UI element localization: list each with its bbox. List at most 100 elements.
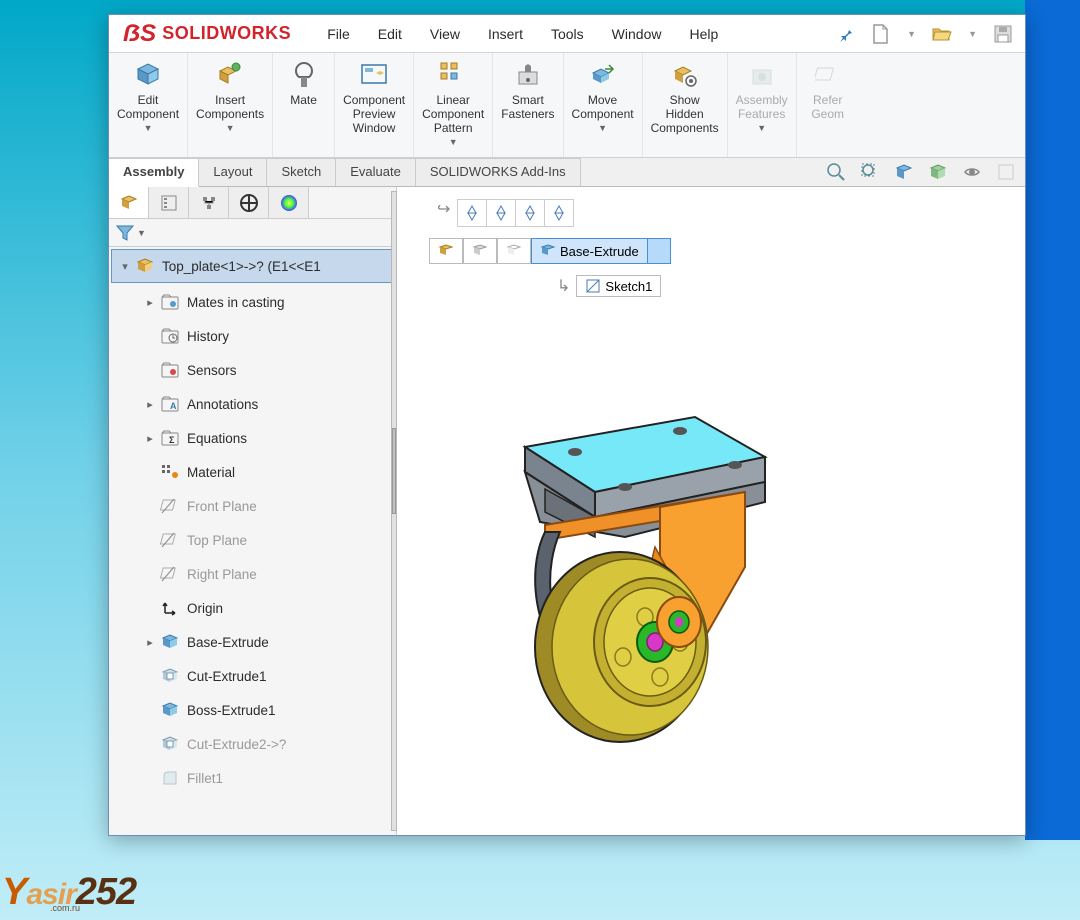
render-tab[interactable] xyxy=(269,187,309,218)
ribbon-label: Show Hidden Components xyxy=(651,93,719,135)
tree-item-icon xyxy=(159,359,181,381)
tree-item-label: Front Plane xyxy=(187,499,257,514)
svg-text:Σ: Σ xyxy=(169,435,175,445)
tree-item[interactable]: Fillet1 xyxy=(109,761,396,795)
ribbon-component-preview[interactable]: Component Preview Window xyxy=(335,53,414,157)
tab-assembly[interactable]: Assembly xyxy=(109,158,199,187)
open-icon[interactable] xyxy=(932,24,952,44)
new-file-icon[interactable] xyxy=(871,24,891,44)
configuration-tab[interactable] xyxy=(189,187,229,218)
crumb-assembly[interactable] xyxy=(429,238,463,264)
tree-item[interactable]: Top Plane xyxy=(109,523,396,557)
expand-arrow-icon[interactable]: ↪ xyxy=(437,199,450,227)
crumb-subassembly[interactable] xyxy=(463,238,497,264)
tree-item[interactable]: Cut-Extrude1 xyxy=(109,659,396,693)
tree-item[interactable]: ▸ΣEquations xyxy=(109,421,396,455)
tree-item[interactable]: History xyxy=(109,319,396,353)
ribbon-show-hidden[interactable]: Show Hidden Components xyxy=(643,53,728,157)
filter-dropdown[interactable]: ▼ xyxy=(137,228,146,238)
ribbon-linear-pattern[interactable]: Linear Component Pattern ▼ xyxy=(414,53,493,157)
graphics-viewport[interactable]: ↪ Base-Extrude ↳ Sket xyxy=(397,187,1025,835)
tree-item[interactable]: Boss-Extrude1 xyxy=(109,693,396,727)
ribbon-edit-component[interactable]: Edit Component ▼ xyxy=(109,53,188,157)
ribbon-label: Linear Component Pattern xyxy=(422,93,484,135)
ribbon-move-component[interactable]: Move Component ▼ xyxy=(564,53,643,157)
menu-tools[interactable]: Tools xyxy=(551,26,584,42)
tree-item-icon xyxy=(159,325,181,347)
tree-item-icon xyxy=(159,461,181,483)
ribbon-assembly-features[interactable]: Assembly Features ▼ xyxy=(728,53,797,157)
tree-item[interactable]: ▸AAnnotations xyxy=(109,387,396,421)
tree-item-icon xyxy=(159,597,181,619)
crumb-label: Base-Extrude xyxy=(560,244,639,259)
ribbon-mate[interactable]: Mate xyxy=(273,53,335,157)
tab-addins[interactable]: SOLIDWORKS Add-Ins xyxy=(416,158,581,186)
menu-insert[interactable]: Insert xyxy=(488,26,523,42)
expand-icon[interactable]: ▸ xyxy=(143,432,157,445)
tree-item-label: Cut-Extrude2->? xyxy=(187,737,286,752)
heads-up-toolbar: ↪ xyxy=(437,199,574,227)
ribbon-reference-geom[interactable]: Refer Geom xyxy=(797,53,859,157)
orientation-btn-4[interactable] xyxy=(544,199,574,227)
ribbon-insert-components[interactable]: Insert Components ▼ xyxy=(188,53,273,157)
tab-evaluate[interactable]: Evaluate xyxy=(336,158,416,186)
orientation-btn-3[interactable] xyxy=(515,199,545,227)
display-style-icon[interactable] xyxy=(961,161,983,183)
quick-view-toolbar xyxy=(825,158,1025,186)
collapse-icon[interactable]: ▾ xyxy=(118,260,132,273)
section-view-icon[interactable] xyxy=(893,161,915,183)
property-manager-tab[interactable] xyxy=(149,187,189,218)
tab-layout[interactable]: Layout xyxy=(199,158,267,186)
tree-root-node[interactable]: ▾ Top_plate<1>->? (E1<<E1 xyxy=(111,249,394,283)
view-orientation-icon[interactable] xyxy=(927,161,949,183)
ribbon-label: Component Preview Window xyxy=(343,93,405,135)
title-bar: ẞS SOLIDWORKS File Edit View Insert Tool… xyxy=(109,15,1025,53)
tree-item[interactable]: Material xyxy=(109,455,396,489)
tree-item[interactable]: ▸Base-Extrude xyxy=(109,625,396,659)
tree-item[interactable]: Right Plane xyxy=(109,557,396,591)
crumb-part[interactable] xyxy=(497,238,531,264)
tree-item[interactable]: ▸Mates in casting xyxy=(109,285,396,319)
logo-text: SOLIDWORKS xyxy=(162,23,291,44)
save-icon[interactable] xyxy=(993,24,1013,44)
tree-item-label: Right Plane xyxy=(187,567,257,582)
menu-file[interactable]: File xyxy=(327,26,350,42)
tree-item[interactable]: Origin xyxy=(109,591,396,625)
filter-icon[interactable] xyxy=(115,224,135,242)
pin-icon[interactable] xyxy=(835,24,855,44)
sketch-chip[interactable]: Sketch1 xyxy=(576,275,661,297)
tree-item-icon xyxy=(159,631,181,653)
crumb-feature[interactable]: Base-Extrude xyxy=(531,238,648,264)
dropdown-indicator: ▼ xyxy=(449,137,458,147)
expand-icon[interactable]: ▸ xyxy=(143,296,157,309)
tree-item-label: Sensors xyxy=(187,363,237,378)
watermark: Yasir252 .com.ru xyxy=(2,871,136,914)
feature-manager-panel: ▼ ▾ Top_plate<1>->? (E1<<E1 ▸Mates in ca… xyxy=(109,187,397,835)
orientation-btn-2[interactable] xyxy=(486,199,516,227)
dropdown-indicator: ▼ xyxy=(144,123,153,133)
tree-item[interactable]: Front Plane xyxy=(109,489,396,523)
tree-item[interactable]: Cut-Extrude2->? xyxy=(109,727,396,761)
tree-item-icon xyxy=(159,495,181,517)
zoom-area-icon[interactable] xyxy=(859,161,881,183)
crumb-face[interactable] xyxy=(647,238,671,264)
zoom-fit-icon[interactable] xyxy=(825,161,847,183)
linear-pattern-icon xyxy=(437,59,469,91)
orientation-btn-1[interactable] xyxy=(457,199,487,227)
tab-sketch[interactable]: Sketch xyxy=(267,158,336,186)
feature-tree-tab[interactable] xyxy=(109,187,149,218)
panel-scrollbar[interactable] xyxy=(391,191,397,831)
menu-edit[interactable]: Edit xyxy=(378,26,402,42)
scroll-thumb[interactable] xyxy=(392,428,396,514)
menu-view[interactable]: View xyxy=(430,26,460,42)
hide-show-icon[interactable] xyxy=(995,161,1017,183)
tree-item[interactable]: Sensors xyxy=(109,353,396,387)
expand-icon[interactable]: ▸ xyxy=(143,398,157,411)
expand-icon[interactable]: ▸ xyxy=(143,636,157,649)
tree-item-label: Origin xyxy=(187,601,223,616)
menu-help[interactable]: Help xyxy=(689,26,718,42)
logo-ds-prefix: ẞS xyxy=(123,20,156,48)
dimxpert-tab[interactable] xyxy=(229,187,269,218)
ribbon-smart-fasteners[interactable]: Smart Fasteners xyxy=(493,53,563,157)
menu-window[interactable]: Window xyxy=(612,26,662,42)
